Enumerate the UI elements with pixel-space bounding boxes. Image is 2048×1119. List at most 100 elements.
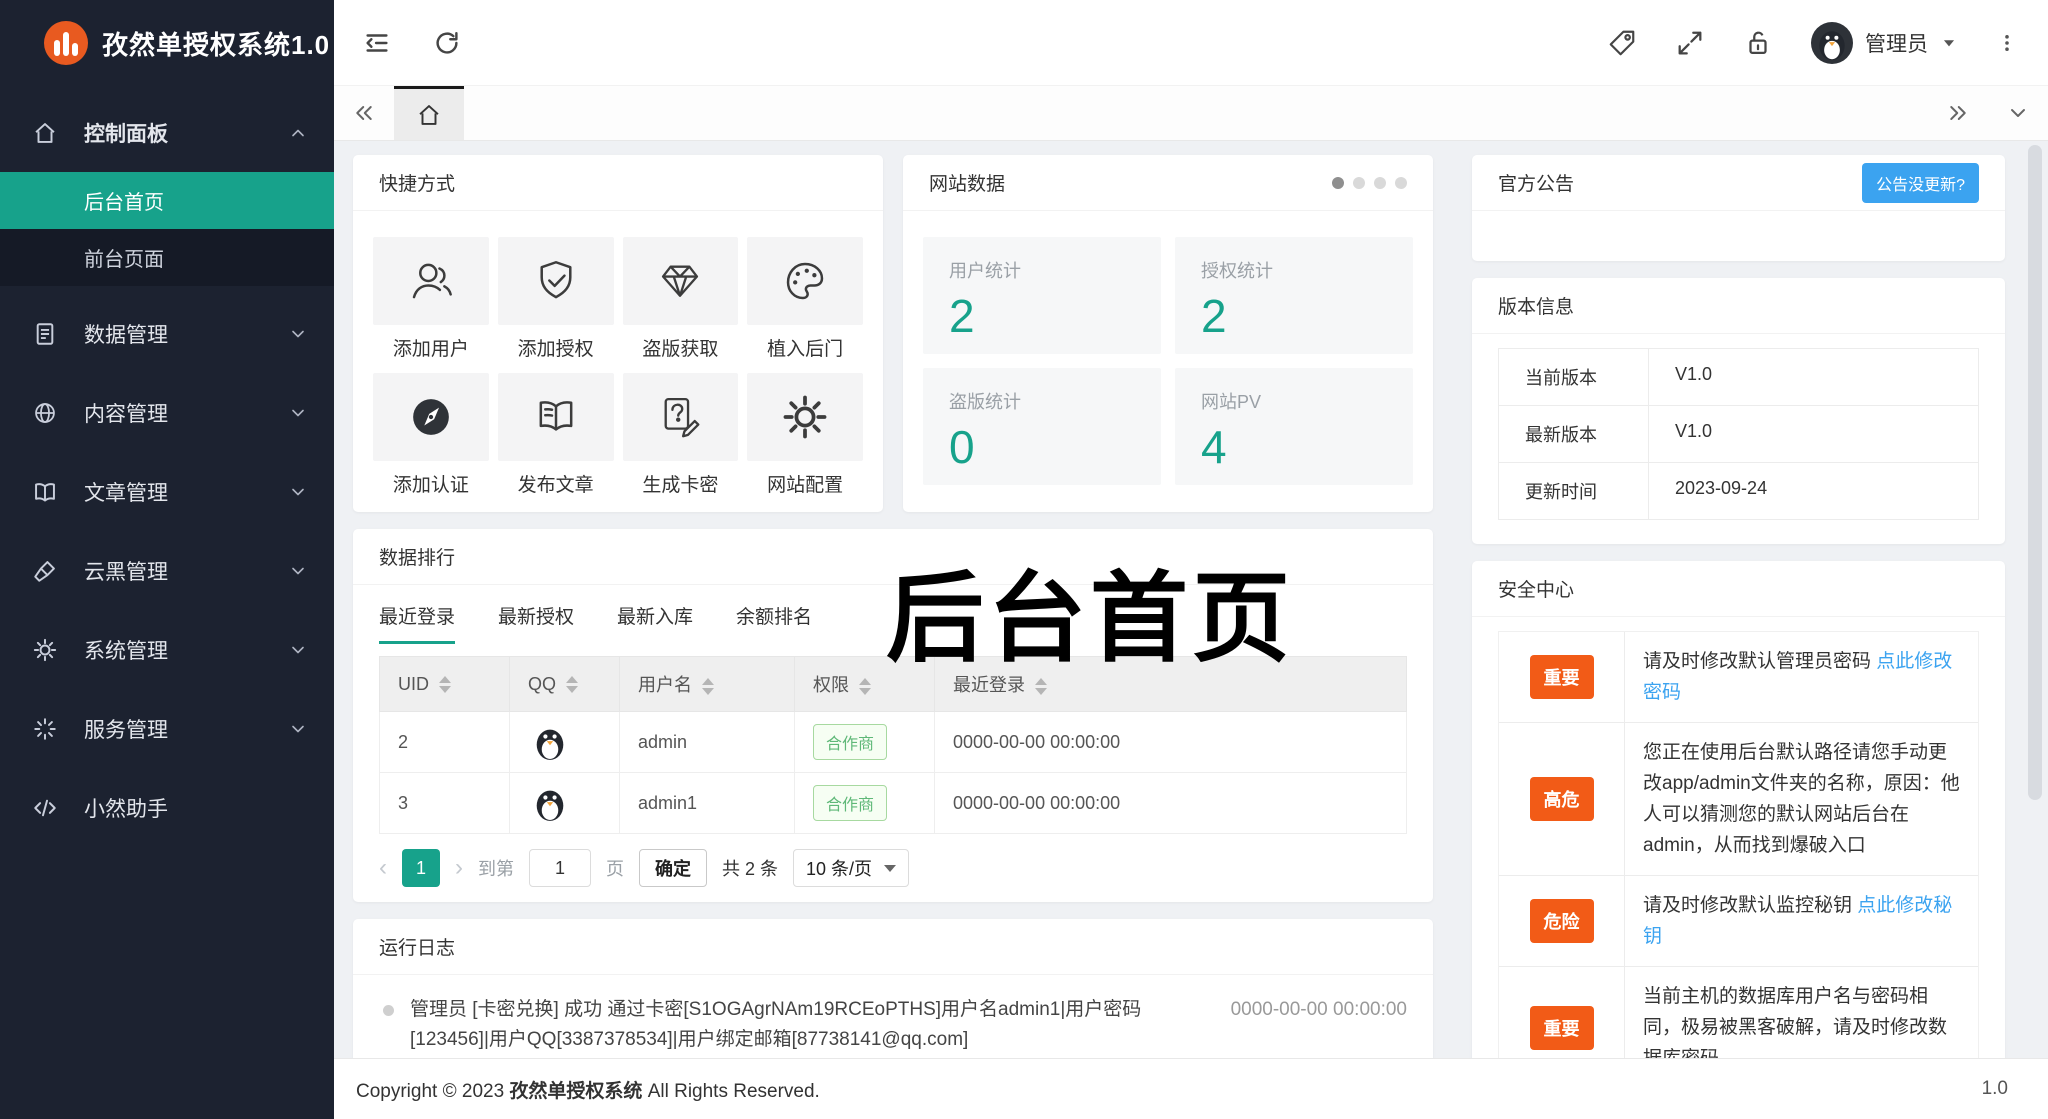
page-number-button[interactable]: 1: [402, 849, 440, 887]
sidebar-item-cloud-blacklist-management[interactable]: 云黑管理: [0, 540, 334, 602]
column-header-username[interactable]: 用户名: [619, 656, 795, 712]
shortcut-add-user[interactable]: 添加用户: [373, 237, 489, 361]
app-window: 孜然单授权系统1.0 控制面板 后台首页 前台页面 数据管理 内容管理 文章管理…: [0, 0, 2048, 1119]
security-text: 请及时修改默认管理员密码: [1643, 651, 1877, 672]
select-caret-icon: [884, 864, 897, 872]
sidebar-item-service-management[interactable]: 服务管理: [0, 698, 334, 760]
security-row: 危险 请及时修改默认监控秘钥 点此修改秘钥: [1499, 876, 1978, 967]
column-header-last-login[interactable]: 最近登录: [934, 656, 1407, 712]
more-vertical-icon[interactable]: [1996, 30, 2018, 56]
fullscreen-icon[interactable]: [1675, 28, 1705, 58]
tab-balance-ranking[interactable]: 余额排名: [736, 585, 812, 644]
next-page-button[interactable]: ›: [455, 856, 463, 880]
table-row: 2 admin 合作商 0000-00-00 00:00:00: [379, 711, 1407, 773]
sidebar-item-data-management[interactable]: 数据管理: [0, 303, 334, 365]
globe-icon: [32, 400, 58, 426]
control-panel-submenu: 后台首页 前台页面: [0, 172, 334, 286]
page-suffix-label: 页: [606, 859, 624, 879]
tab-latest-inbound[interactable]: 最新入库: [617, 585, 693, 644]
security-row: 重要 当前主机的数据库用户名与密码相同，极易被黑客破解，请及时修改数据库密码: [1499, 967, 1978, 1058]
sidebar-item-label: 服务管理: [84, 719, 168, 742]
page-input[interactable]: [529, 849, 591, 887]
tabs-scroll-left-button[interactable]: [334, 86, 394, 140]
prev-page-button[interactable]: ‹: [379, 856, 387, 880]
sidebar-item-backend-home[interactable]: 后台首页: [0, 172, 334, 229]
unlock-icon[interactable]: [1743, 28, 1773, 58]
burst-icon: [32, 716, 58, 742]
column-header-uid[interactable]: UID: [379, 656, 510, 712]
pagination: ‹ 1 › 到第 页 确定 共 2 条 10 条/页: [353, 834, 1433, 902]
cell-username: admin: [619, 711, 795, 773]
shortcut-label: 生成卡密: [642, 475, 719, 496]
add-user-icon: [406, 256, 456, 306]
cell-uid: 3: [379, 772, 510, 834]
column-header-qq[interactable]: QQ: [509, 656, 620, 712]
version-row-value: 2023-09-24: [1675, 478, 1768, 498]
sort-icon[interactable]: [1035, 677, 1047, 695]
data-ranking-card: 数据排行 最近登录 最新授权 最新入库 余额排名 UID QQ 用户名 权限 最…: [353, 529, 1433, 902]
shortcuts-grid: 添加用户 添加授权 盗版获取 植入后门 添加认证 发布文章 生成卡密 网站配置: [353, 211, 883, 523]
security-text: 当前主机的数据库用户名与密码相同，极易被黑客破解，请及时修改数据库密码: [1643, 986, 1948, 1058]
sidebar-item-content-management[interactable]: 内容管理: [0, 382, 334, 444]
brand-logo-icon: [44, 21, 88, 65]
sort-icon[interactable]: [702, 677, 714, 695]
bullet-icon: [383, 1005, 394, 1016]
cell-last-login: 0000-00-00 00:00:00: [934, 711, 1407, 773]
sidebar-item-control-panel[interactable]: 控制面板: [0, 102, 334, 164]
tab-recent-login[interactable]: 最近登录: [379, 585, 456, 644]
carousel-dots[interactable]: [1332, 176, 1407, 189]
shortcut-piracy-capture[interactable]: 盗版获取: [622, 237, 739, 361]
shortcut-generate-card-key[interactable]: 生成卡密: [622, 373, 739, 497]
ranking-table: UID QQ 用户名 权限 最近登录 2 admin 合作商 0000-00-0…: [379, 656, 1407, 834]
tab-home[interactable]: [394, 86, 464, 140]
severity-badge: 重要: [1529, 655, 1594, 699]
tabs-menu-button[interactable]: [1988, 86, 2048, 140]
column-header-role[interactable]: 权限: [794, 656, 935, 712]
chevron-down-icon: [288, 403, 308, 423]
sidebar-item-frontend-page[interactable]: 前台页面: [0, 229, 334, 286]
cell-qq-avatar: [509, 772, 620, 834]
version-info-card: 版本信息 当前版本 V1.0 最新版本 V1.0 更新时间 2023-09-24: [1472, 278, 2005, 544]
tabs-scroll-right-button[interactable]: [1928, 86, 1988, 140]
shortcut-add-certification[interactable]: 添加认证: [373, 373, 489, 497]
table-row: 3 admin1 合作商 0000-00-00 00:00:00: [379, 772, 1407, 834]
home-icon: [416, 102, 442, 128]
shortcut-label: 植入后门: [767, 339, 844, 360]
gear-icon: [32, 637, 58, 663]
shortcut-implant-backdoor[interactable]: 植入后门: [747, 237, 863, 361]
sort-icon[interactable]: [859, 677, 871, 695]
shortcut-site-config[interactable]: 网站配置: [747, 373, 863, 497]
page-size-select[interactable]: 10 条/页: [793, 849, 910, 887]
card-title: 版本信息: [1498, 297, 1575, 318]
user-menu[interactable]: 管理员: [1811, 21, 1958, 64]
gear-icon: [780, 392, 830, 442]
tag-icon[interactable]: [1607, 28, 1637, 58]
announcement-refresh-button[interactable]: 公告没更新?: [1862, 162, 1979, 203]
sidebar-item-assistant[interactable]: 小然助手: [0, 777, 334, 839]
refresh-icon[interactable]: [432, 28, 462, 58]
run-log-card: 运行日志 管理员 [卡密兑换] 成功 通过卡密[S1OGAgrNAm19RCEo…: [353, 919, 1433, 1058]
shortcut-add-authorization[interactable]: 添加授权: [497, 237, 614, 361]
collapse-sidebar-icon[interactable]: [362, 28, 392, 58]
shortcut-publish-article[interactable]: 发布文章: [497, 373, 614, 497]
sidebar-item-system-management[interactable]: 系统管理: [0, 619, 334, 681]
app-logo: 孜然单授权系统1.0: [0, 0, 334, 86]
sort-icon[interactable]: [566, 676, 579, 694]
sidebar-menu: 控制面板 后台首页 前台页面 数据管理 内容管理 文章管理 云黑管理 系统管理 …: [0, 102, 334, 839]
scrollbar-thumb[interactable]: [2028, 145, 2042, 800]
double-chevron-left-icon: [352, 101, 376, 125]
sidebar-item-label: 小然助手: [84, 798, 168, 821]
chevron-down-icon: [2006, 101, 2030, 125]
confirm-page-button[interactable]: 确定: [639, 849, 707, 887]
security-table: 重要 请及时修改默认管理员密码 点此修改密码 高危 您正在使用后台默认路径请您手…: [1498, 631, 1979, 1058]
card-title: 快捷方式: [379, 174, 456, 195]
version-row-label: 最新版本: [1499, 406, 1649, 462]
tab-latest-authorization[interactable]: 最新授权: [498, 585, 574, 644]
cell-role: 合作商: [794, 711, 935, 773]
sort-icon[interactable]: [439, 676, 451, 694]
penguin-avatar-icon: [528, 720, 572, 764]
qq-avatar: [528, 781, 601, 825]
sidebar-item-article-management[interactable]: 文章管理: [0, 461, 334, 523]
shortcut-label: 发布文章: [517, 475, 594, 496]
stat-value: 2: [1201, 290, 1227, 342]
